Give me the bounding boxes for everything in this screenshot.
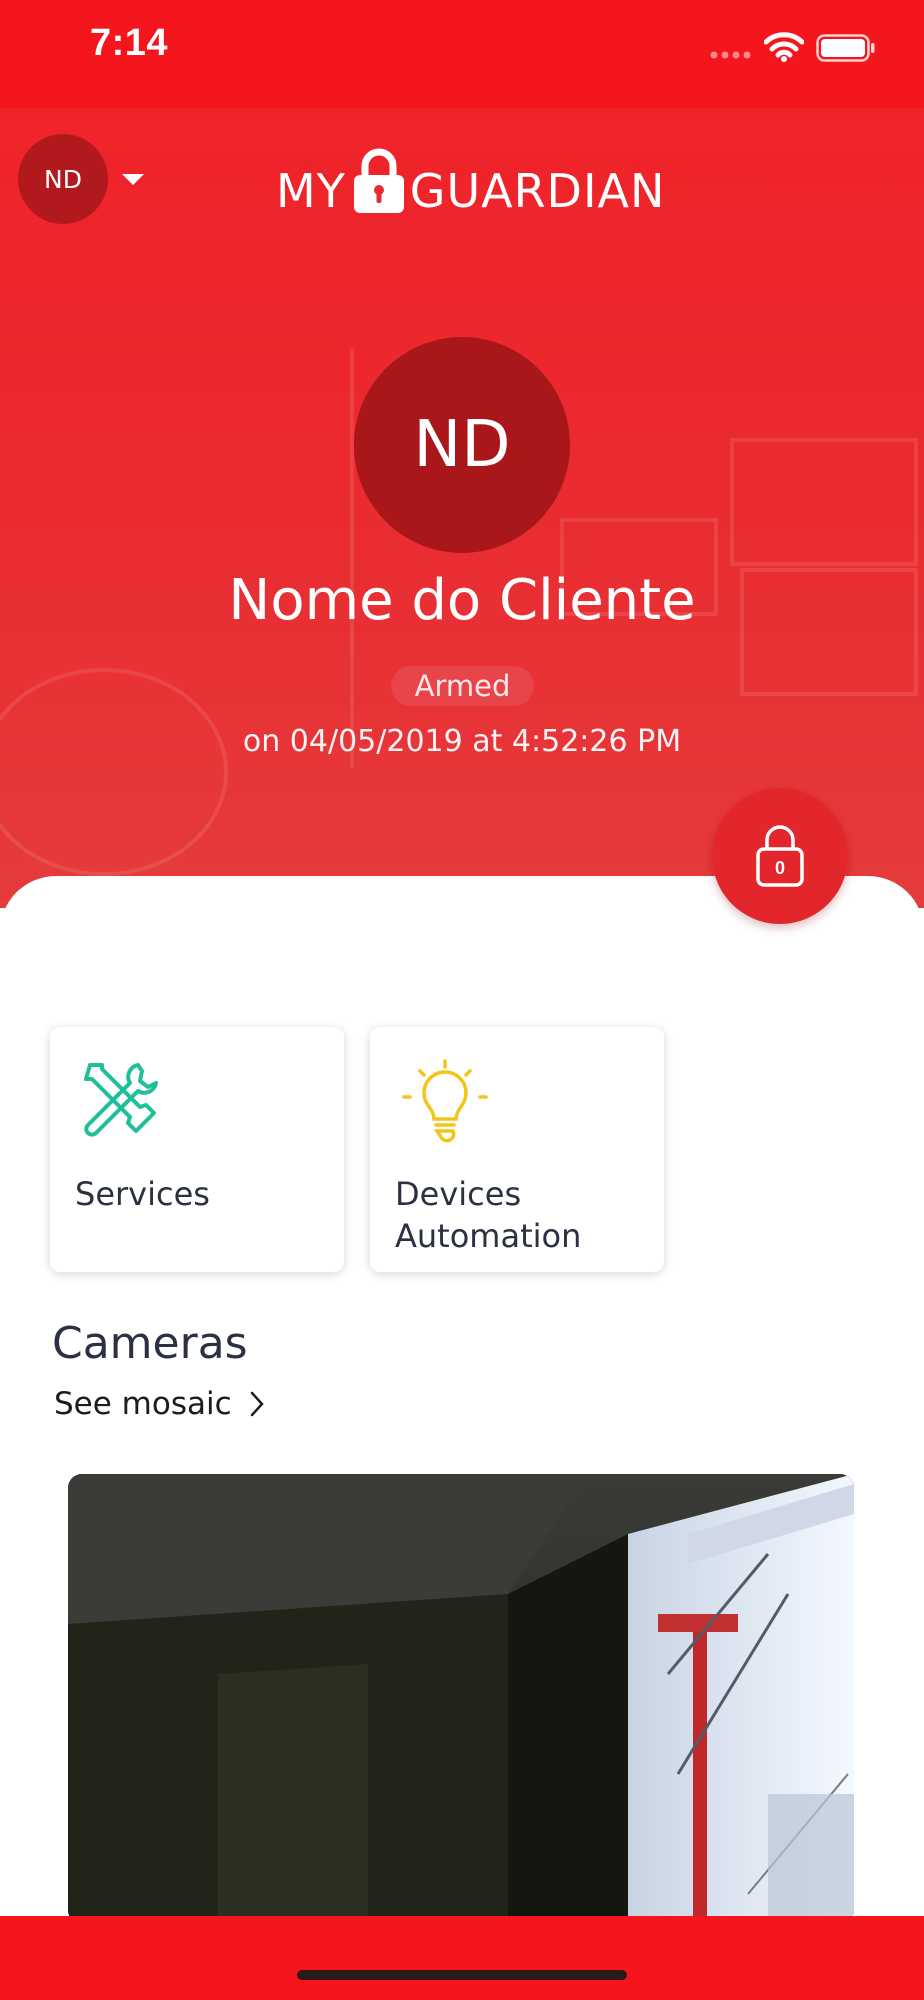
client-name: Nome do Cliente bbox=[228, 568, 696, 633]
camera-image bbox=[68, 1474, 854, 1924]
home-indicator[interactable] bbox=[297, 1970, 627, 1980]
background-frame bbox=[280, 348, 354, 768]
devices-automation-label: Devices Automation bbox=[395, 1175, 582, 1255]
account-avatar[interactable]: ND bbox=[18, 134, 108, 224]
status-timestamp: on 04/05/2019 at 4:52:26 PM bbox=[242, 724, 682, 759]
brand-logo: MY GUARDIAN bbox=[276, 142, 670, 214]
logo-text-my: MY bbox=[276, 164, 346, 218]
see-mosaic-label: See mosaic bbox=[54, 1386, 232, 1422]
app-screen: 7:14 ND MY GUARDIAN ND Nome do Cliente A… bbox=[0, 0, 924, 2000]
chevron-down-icon[interactable] bbox=[122, 174, 144, 185]
status-time: 7:14 bbox=[90, 22, 169, 64]
cameras-heading: Cameras bbox=[52, 1318, 248, 1369]
services-tile[interactable]: Services bbox=[50, 1027, 344, 1272]
see-mosaic-link[interactable]: See mosaic bbox=[54, 1386, 264, 1422]
wifi-icon bbox=[764, 32, 804, 62]
logo-text-guardian: GUARDIAN bbox=[409, 164, 666, 218]
profile-avatar: ND bbox=[354, 337, 570, 553]
bottom-bar bbox=[0, 1916, 924, 2000]
lock-icon bbox=[353, 148, 404, 213]
chevron-right-icon bbox=[250, 1391, 264, 1417]
services-label: Services bbox=[75, 1175, 210, 1213]
status-bar: 7:14 bbox=[0, 0, 924, 108]
arm-lock-button[interactable]: 0 bbox=[712, 788, 848, 924]
background-frame bbox=[730, 438, 918, 566]
status-badge: Armed bbox=[391, 666, 534, 706]
battery-icon bbox=[816, 34, 875, 62]
camera-feed-thumbnail[interactable] bbox=[68, 1474, 854, 1924]
lightbulb-icon bbox=[402, 1059, 488, 1143]
tools-icon bbox=[84, 1063, 158, 1137]
account-initials: ND bbox=[44, 164, 82, 194]
lock-count: 0 bbox=[774, 858, 785, 878]
profile-initials: ND bbox=[413, 408, 511, 482]
signal-icon bbox=[710, 51, 751, 59]
background-frame bbox=[0, 668, 228, 876]
devices-automation-tile[interactable]: Devices Automation bbox=[370, 1027, 664, 1272]
